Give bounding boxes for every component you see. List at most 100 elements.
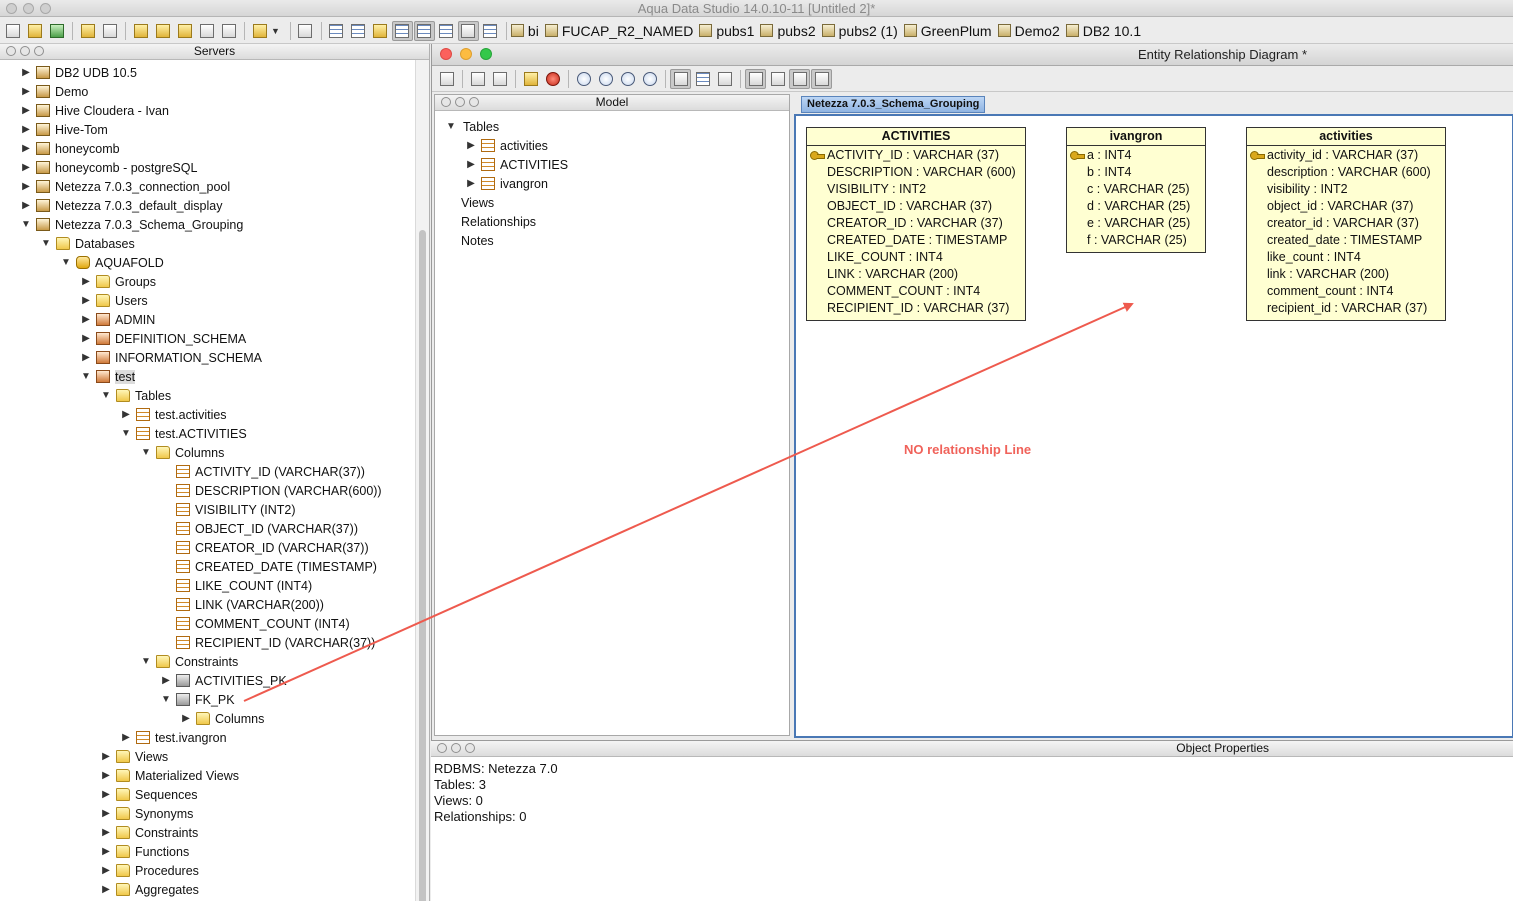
server-tree-scrollbar[interactable] [415,60,429,901]
model-tree-item[interactable]: Notes [461,231,494,250]
expand-arrow-icon[interactable]: ▶ [80,333,92,344]
zoom-fit-button[interactable] [639,69,660,89]
entity-column[interactable]: CREATED_DATE : TIMESTAMP [807,232,1025,249]
tree-node[interactable]: ▼ Tables [100,386,171,405]
panel-close-button[interactable] [6,46,16,56]
entity-column[interactable]: f : VARCHAR (25) [1067,232,1205,249]
model-tree-item[interactable]: ▶ ACTIVITIES [465,155,568,174]
tree-node[interactable]: DESCRIPTION (VARCHAR(600)) [160,481,382,500]
scrollbar-thumb[interactable] [419,230,426,901]
model-tree-item[interactable]: Views [461,193,494,212]
tree-node[interactable]: ▼ test.ACTIVITIES [120,424,247,443]
expand-arrow-icon[interactable]: ▶ [20,162,32,173]
expand-arrow-icon[interactable]: ▶ [80,295,92,306]
tree-node[interactable]: VISIBILITY (INT2) [160,500,296,519]
refresh-button[interactable] [46,21,67,41]
entity-table[interactable]: ACTIVITIES ACTIVITY_ID : VARCHAR (37) DESC… [806,127,1026,321]
favorite-server-link[interactable]: Demo2 [997,23,1060,39]
tree-node[interactable]: ▶ test.activities [120,405,226,424]
layout-button-4[interactable] [391,20,413,41]
entity-column[interactable]: visibility : INT2 [1247,181,1445,198]
tree-node[interactable]: RECIPIENT_ID (VARCHAR(37)) [160,633,375,652]
tree-node[interactable]: ▶ INFORMATION_SCHEMA [80,348,262,367]
expand-arrow-icon[interactable]: ▶ [20,124,32,135]
collapse-arrow-icon[interactable]: ▼ [20,219,32,230]
tree-node[interactable]: ▶ Hive-Tom [20,120,108,139]
favorite-server-link[interactable]: GreenPlum [903,23,992,39]
entity-column[interactable]: link : VARCHAR (200) [1247,266,1445,283]
expand-arrow-icon[interactable]: ▶ [100,827,112,838]
layout-button-7[interactable] [457,20,479,41]
panel-close-button[interactable] [437,743,447,753]
tree-node[interactable]: COMMENT_COUNT (INT4) [160,614,350,633]
schema-script-button[interactable] [218,21,239,41]
tree-node[interactable]: CREATED_DATE (TIMESTAMP) [160,557,377,576]
model-tree-item[interactable]: Relationships [461,212,536,231]
expand-arrow-icon[interactable]: ▶ [465,140,477,151]
expand-arrow-icon[interactable]: ▶ [20,143,32,154]
panel-maximize-button[interactable] [34,46,44,56]
query-window-button[interactable] [130,21,151,41]
tree-node[interactable]: ▶ test.ivangron [120,728,226,747]
entity-column[interactable]: VISIBILITY : INT2 [807,181,1025,198]
favorite-server-link[interactable]: pubs1 [699,23,754,39]
zoom-button[interactable] [573,69,594,89]
delete-button[interactable] [542,69,563,89]
tree-node[interactable]: ▼ test [80,367,136,386]
panel-minimize-button[interactable] [20,46,30,56]
tree-node[interactable]: LIKE_COUNT (INT4) [160,576,312,595]
panel-maximize-button[interactable] [465,743,475,753]
expand-arrow-icon[interactable]: ▶ [160,675,172,686]
layout-button-6[interactable] [436,21,457,41]
tools-dropdown-button[interactable] [249,21,270,41]
expand-arrow-icon[interactable]: ▶ [100,751,112,762]
entity-column[interactable]: ACTIVITY_ID : VARCHAR (37) [807,147,1025,164]
tree-node[interactable]: ▶ honeycomb - postgreSQL [20,158,197,177]
tree-node[interactable]: ▶ Netezza 7.0.3_connection_pool [20,177,230,196]
tree-node[interactable]: ▶ Netezza 7.0.3_default_display [20,196,222,215]
show-keys-button[interactable] [714,69,735,89]
show-properties-button[interactable] [789,68,810,89]
tree-node[interactable]: ▶ Hive Cloudera - Ivan [20,101,169,120]
entity-column[interactable]: a : INT4 [1067,147,1205,164]
favorite-server-link[interactable]: FUCAP_R2_NAMED [544,23,693,39]
tree-node[interactable]: ▶ DB2 UDB 10.5 [20,63,137,82]
model-tree-item[interactable]: ▶ ivangron [465,174,548,193]
expand-arrow-icon[interactable]: ▶ [120,409,132,420]
chevron-down-icon[interactable]: ▼ [271,26,280,36]
favorite-server-link[interactable]: pubs2 [760,23,816,39]
tree-node[interactable]: ▶ Aggregates [100,880,199,899]
collapse-arrow-icon[interactable]: ▼ [140,447,152,458]
expand-arrow-icon[interactable]: ▶ [100,789,112,800]
new-file-button[interactable] [2,21,23,41]
entity-column[interactable]: DESCRIPTION : VARCHAR (600) [807,164,1025,181]
tree-node[interactable]: ▶ Constraints [100,823,198,842]
expand-arrow-icon[interactable]: ▶ [180,713,192,724]
expand-arrow-icon[interactable]: ▶ [100,884,112,895]
entity-column[interactable]: RECIPIENT_ID : VARCHAR (37) [807,300,1025,317]
collapse-arrow-icon[interactable]: ▼ [120,428,132,439]
execute-button[interactable] [295,21,316,41]
tree-node[interactable]: LINK (VARCHAR(200)) [160,595,324,614]
register-server-button[interactable] [77,21,98,41]
tree-node[interactable]: ▶ Columns [180,709,264,728]
expand-arrow-icon[interactable]: ▶ [100,865,112,876]
collapse-arrow-icon[interactable]: ▼ [445,121,457,132]
entity-column[interactable]: recipient_id : VARCHAR (37) [1247,300,1445,317]
entity-column[interactable]: LIKE_COUNT : INT4 [807,249,1025,266]
panel-minimize-button[interactable] [451,743,461,753]
entity-column[interactable]: activity_id : VARCHAR (37) [1247,147,1445,164]
expand-arrow-icon[interactable]: ▶ [465,159,477,170]
query-analyzer-button[interactable] [152,21,173,41]
show-columns-button[interactable] [692,69,713,89]
expand-arrow-icon[interactable]: ▶ [80,352,92,363]
expand-arrow-icon[interactable]: ▶ [80,314,92,325]
tree-node[interactable]: OBJECT_ID (VARCHAR(37)) [160,519,358,538]
expand-arrow-icon[interactable]: ▶ [20,181,32,192]
favorite-server-link[interactable]: bi [510,23,539,39]
edit-server-button[interactable] [99,21,120,41]
query-builder-button[interactable] [174,21,195,41]
zoom-out-button[interactable] [617,69,638,89]
tree-node[interactable]: ▶ Demo [20,82,88,101]
entity-column[interactable]: object_id : VARCHAR (37) [1247,198,1445,215]
